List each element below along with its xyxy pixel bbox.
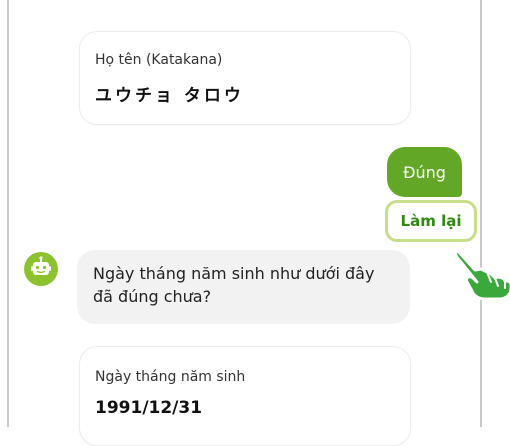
- birthdate-field-value: 1991/12/31: [95, 398, 203, 418]
- user-reply-bubble: Đúng: [387, 147, 462, 197]
- robot-icon: [31, 256, 51, 275]
- bot-message-bubble: Ngày tháng năm sinh như dưới đây đã đúng…: [77, 250, 410, 324]
- bot-message-line-2: đã đúng chưa?: [93, 287, 212, 306]
- retry-button-label: Làm lại: [400, 212, 462, 230]
- name-field-label: Họ tên (Katakana): [95, 52, 223, 68]
- pointing-hand-icon: [455, 248, 510, 300]
- name-confirmation-card: Họ tên (Katakana) ユウチョ タロウ: [79, 31, 411, 125]
- birthdate-field-label: Ngày tháng năm sinh: [95, 369, 246, 385]
- bot-message-line-1: Ngày tháng năm sinh như dưới đây: [93, 264, 375, 283]
- birthdate-confirmation-card: Ngày tháng năm sinh 1991/12/31: [79, 346, 411, 446]
- bot-avatar: [24, 252, 58, 286]
- user-reply-text: Đúng: [403, 162, 446, 182]
- name-field-value: ユウチョ タロウ: [95, 86, 244, 106]
